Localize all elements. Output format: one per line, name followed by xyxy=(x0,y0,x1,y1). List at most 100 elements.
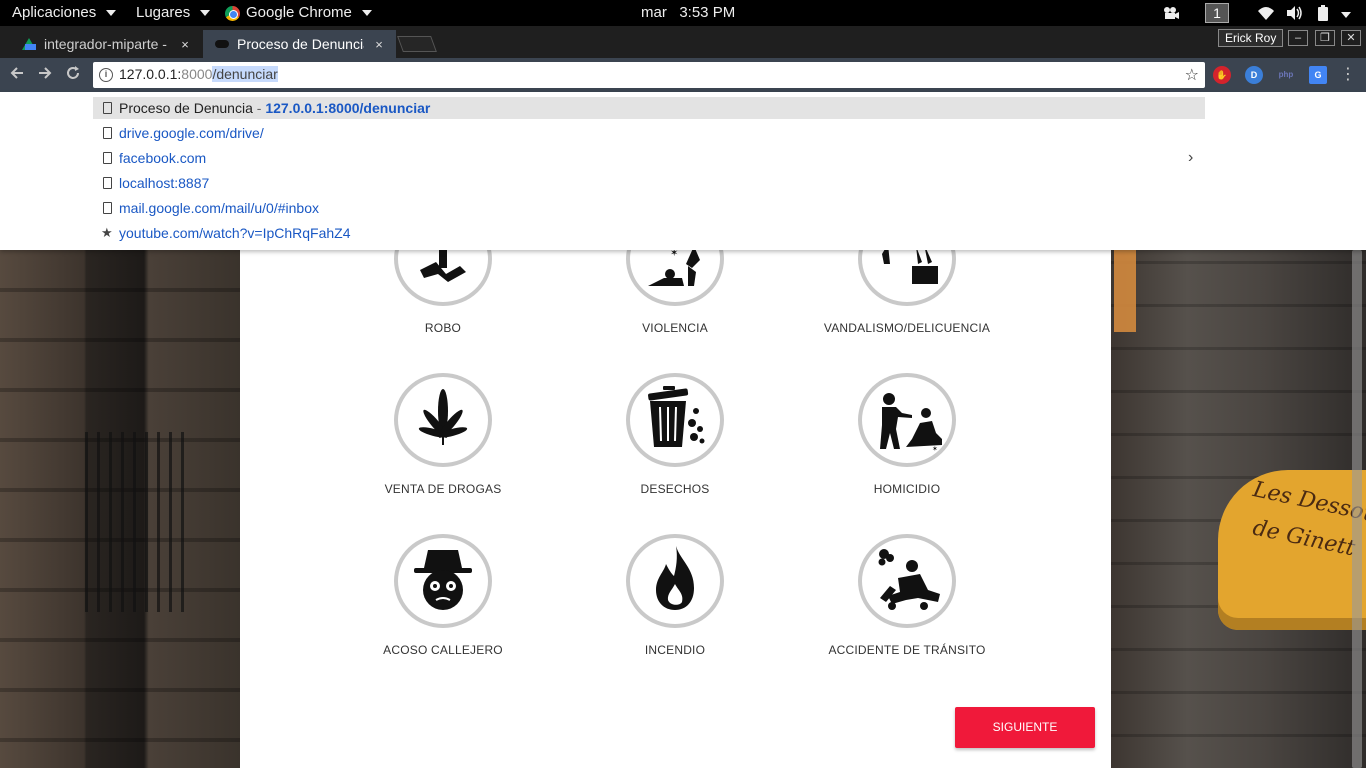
page-scrollbar[interactable] xyxy=(1352,250,1362,768)
adblock-icon[interactable]: ✋ xyxy=(1213,66,1231,84)
next-button[interactable]: SIGUIENTE xyxy=(955,707,1095,748)
category-label: HOMICIDIO xyxy=(873,482,941,496)
category-icon-circle xyxy=(626,373,724,467)
address-bar[interactable]: i 127.0.0.1:8000/denunciar ☆ xyxy=(93,62,1205,88)
reload-button[interactable] xyxy=(62,64,84,86)
app-menu-label: Google Chrome xyxy=(246,4,352,21)
suggestion-title: Proceso de Denuncia xyxy=(119,100,253,116)
page-icon xyxy=(103,152,112,164)
suggestion-item[interactable]: Proceso de Denuncia - 127.0.0.1:8000/den… xyxy=(93,97,1205,119)
browser-toolbar: i 127.0.0.1:8000/denunciar ☆ ✋ D php G ⋮ xyxy=(0,58,1366,92)
app-menu[interactable]: Google Chrome xyxy=(225,0,372,26)
new-tab-button[interactable] xyxy=(397,36,437,52)
tab-title: integrador-miparte - xyxy=(44,36,167,52)
suggestion-item[interactable]: mail.google.com/mail/u/0/#inbox xyxy=(93,197,1205,219)
gnome-top-bar: Aplicaciones Lugares Google Chrome mar 3… xyxy=(0,0,1366,26)
dashlane-icon[interactable]: D xyxy=(1245,66,1263,84)
url-text[interactable]: 127.0.0.1:8000/denunciar xyxy=(119,66,278,82)
bookmark-star-icon[interactable]: ☆ xyxy=(1185,65,1199,85)
category-acoso-callejero[interactable]: ACOSO CALLEJERO xyxy=(343,534,543,657)
category-label: ACOSO CALLEJERO xyxy=(383,643,503,657)
wifi-icon[interactable] xyxy=(1257,4,1275,22)
clock-label: mar 3:53 PM xyxy=(641,4,736,21)
svg-text:✶: ✶ xyxy=(932,445,938,453)
category-label: VIOLENCIA xyxy=(642,321,708,335)
close-icon[interactable]: × xyxy=(178,37,192,52)
category-icon-circle: ✶ xyxy=(858,373,956,467)
arrow-left-icon xyxy=(10,67,23,79)
suggestion-url: 127.0.0.1:8000/denunciar xyxy=(265,100,431,116)
clock[interactable]: mar 3:53 PM xyxy=(641,0,735,26)
suggestion-item[interactable]: facebook.com xyxy=(93,147,1205,169)
arrow-right-icon xyxy=(39,67,52,79)
workspace-indicator[interactable]: 1 xyxy=(1205,3,1229,23)
chrome-logo-icon xyxy=(225,5,240,21)
omnibox-suggestions: Proceso de Denuncia - 127.0.0.1:8000/den… xyxy=(0,92,1366,250)
info-icon[interactable]: i xyxy=(99,68,113,82)
category-venta-de-drogas[interactable]: VENTA DE DROGAS xyxy=(343,373,543,496)
volume-icon[interactable] xyxy=(1285,4,1303,22)
background-lamp xyxy=(1114,242,1136,332)
camera-indicator-icon[interactable] xyxy=(1162,4,1180,22)
php-icon[interactable]: php xyxy=(1277,66,1295,84)
cannabis-leaf-icon xyxy=(418,389,468,445)
category-label: VENTA DE DROGAS xyxy=(384,482,502,496)
suggestion-item[interactable]: drive.google.com/drive/ xyxy=(93,122,1205,144)
suggestion-item[interactable]: localhost:8887 xyxy=(93,172,1205,194)
suggestion-url: drive.google.com/drive/ xyxy=(119,125,264,141)
sign-text-line2: de Ginett xyxy=(1250,515,1358,562)
chevron-down-icon xyxy=(200,10,211,16)
suggestion-url: facebook.com xyxy=(119,150,207,166)
harasser-face-icon xyxy=(414,550,472,610)
tab-proceso-denuncia[interactable]: Proceso de Denuncia × xyxy=(203,30,396,58)
chrome-menu-icon[interactable]: ⋮ xyxy=(1340,64,1356,86)
url-port: 8000 xyxy=(181,66,213,82)
applications-label: Aplicaciones xyxy=(12,4,97,21)
suggestion-url: localhost:8887 xyxy=(119,175,210,191)
category-accidente-de-transito[interactable]: ACCIDENTE DE TRÁNSITO xyxy=(807,534,1007,657)
category-label: INCENDIO xyxy=(644,643,706,657)
chevron-down-icon xyxy=(106,10,117,16)
category-label: ROBO xyxy=(424,321,462,335)
flame-icon xyxy=(656,546,694,610)
back-button[interactable] xyxy=(6,64,28,86)
maximize-button[interactable]: ❐ xyxy=(1315,30,1335,46)
category-icon-circle xyxy=(858,534,956,628)
category-label: ACCIDENTE DE TRÁNSITO xyxy=(828,643,986,657)
trash-can-icon xyxy=(648,386,705,447)
star-icon: ★ xyxy=(101,225,113,240)
suggestion-url: mail.google.com/mail/u/0/#inbox xyxy=(119,200,319,216)
homicide-icon: ✶ xyxy=(880,393,942,453)
profile-button[interactable]: Erick Roy xyxy=(1218,29,1284,47)
chevron-down-icon xyxy=(361,10,372,16)
battery-icon[interactable] xyxy=(1314,4,1332,22)
forward-button[interactable] xyxy=(34,64,56,86)
minimize-button[interactable]: – xyxy=(1288,30,1308,46)
close-window-button[interactable]: ✕ xyxy=(1341,30,1361,46)
reload-icon xyxy=(67,66,79,79)
background-shop-sign: Les Dessou de Ginett xyxy=(1218,470,1366,630)
category-desechos[interactable]: DESECHOS xyxy=(575,373,775,496)
category-homicidio[interactable]: ✶ HOMICIDIO xyxy=(807,373,1007,496)
url-path-selected: /denunciar xyxy=(212,66,278,82)
category-icon-circle xyxy=(394,534,492,628)
category-icon-circle xyxy=(394,373,492,467)
page-icon xyxy=(103,102,112,114)
tab-title: Proceso de Denuncia xyxy=(237,36,364,52)
traffic-accident-icon xyxy=(878,549,940,610)
places-label: Lugares xyxy=(136,4,191,21)
translate-icon[interactable]: G xyxy=(1309,66,1327,84)
places-menu[interactable]: Lugares xyxy=(136,0,211,26)
close-icon[interactable]: × xyxy=(372,37,386,52)
suggestion-item[interactable]: ★ youtube.com/watch?v=IpChRqFahZ4 xyxy=(93,222,1205,244)
chevron-right-icon[interactable]: › xyxy=(1188,147,1200,169)
url-host: 127.0.0.1: xyxy=(119,66,182,82)
page-icon xyxy=(103,202,112,214)
category-incendio[interactable]: INCENDIO xyxy=(575,534,775,657)
applications-menu[interactable]: Aplicaciones xyxy=(12,0,117,26)
system-menu-chevron-icon[interactable] xyxy=(1337,4,1355,22)
page-icon xyxy=(103,177,112,189)
category-label: DESECHOS xyxy=(640,482,710,496)
tab-integrador[interactable]: integrador-miparte - × xyxy=(10,30,202,58)
tab-strip: integrador-miparte - × Proceso de Denunc… xyxy=(0,26,1366,58)
